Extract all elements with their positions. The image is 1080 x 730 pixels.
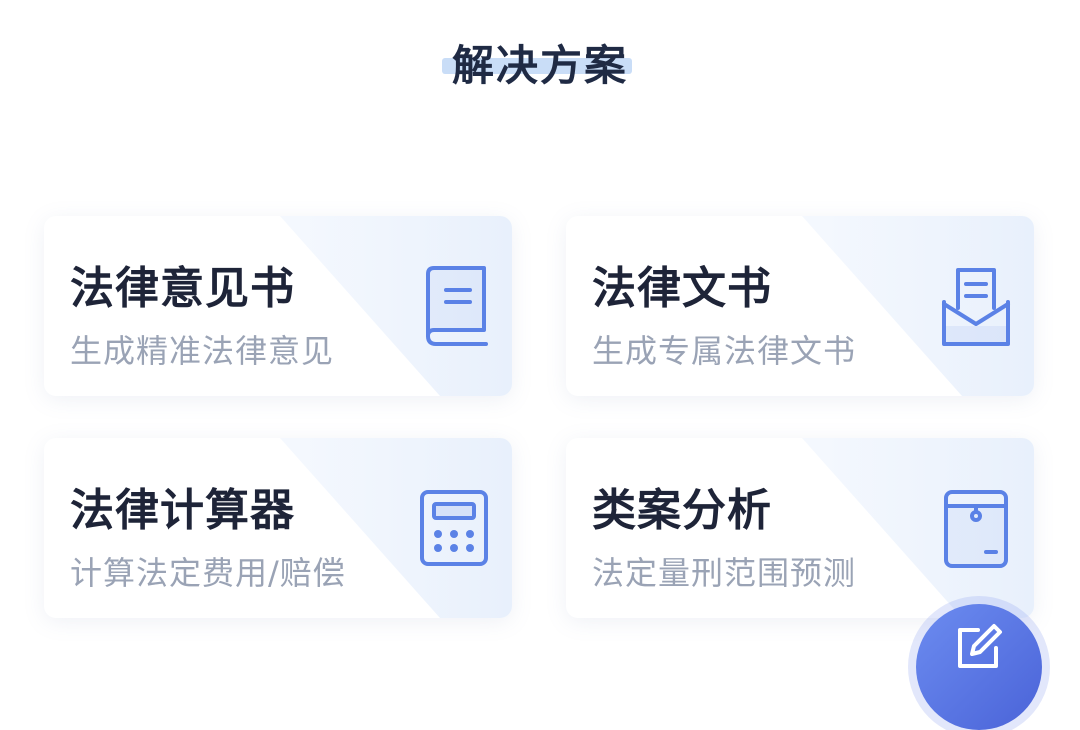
card-title: 类案分析 bbox=[592, 485, 772, 536]
card-subtitle: 计算法定费用/赔偿 bbox=[70, 554, 346, 592]
solutions-page: 解决方案 法律意见书 生成精准法律意见 法律文书 生成专属法律文书 法律计算器 … bbox=[0, 0, 1080, 730]
book-icon bbox=[426, 266, 488, 346]
card-subtitle: 生成专属法律文书 bbox=[592, 332, 857, 370]
card-subtitle: 生成精准法律意见 bbox=[70, 332, 335, 370]
case-folder-icon bbox=[944, 490, 1008, 568]
card-legal-document[interactable]: 法律文书 生成专属法律文书 bbox=[566, 216, 1034, 396]
card-title: 法律计算器 bbox=[70, 485, 295, 536]
document-envelope-icon bbox=[942, 268, 1010, 346]
card-legal-opinion[interactable]: 法律意见书 生成精准法律意见 bbox=[44, 216, 512, 396]
edit-icon bbox=[958, 624, 1002, 668]
card-subtitle: 法定量刑范围预测 bbox=[592, 554, 857, 592]
section-title: 解决方案 bbox=[451, 41, 628, 90]
card-title: 法律文书 bbox=[592, 263, 772, 314]
section-title-wrap: 解决方案 bbox=[441, 32, 632, 93]
card-legal-calculator[interactable]: 法律计算器 计算法定费用/赔偿 bbox=[44, 438, 512, 618]
floating-edit-button[interactable] bbox=[916, 604, 1042, 730]
card-case-analysis[interactable]: 类案分析 法定量刑范围预测 bbox=[566, 438, 1034, 618]
section-header: 解决方案 bbox=[0, 32, 1080, 93]
calculator-icon bbox=[420, 490, 488, 566]
card-title: 法律意见书 bbox=[70, 263, 295, 314]
